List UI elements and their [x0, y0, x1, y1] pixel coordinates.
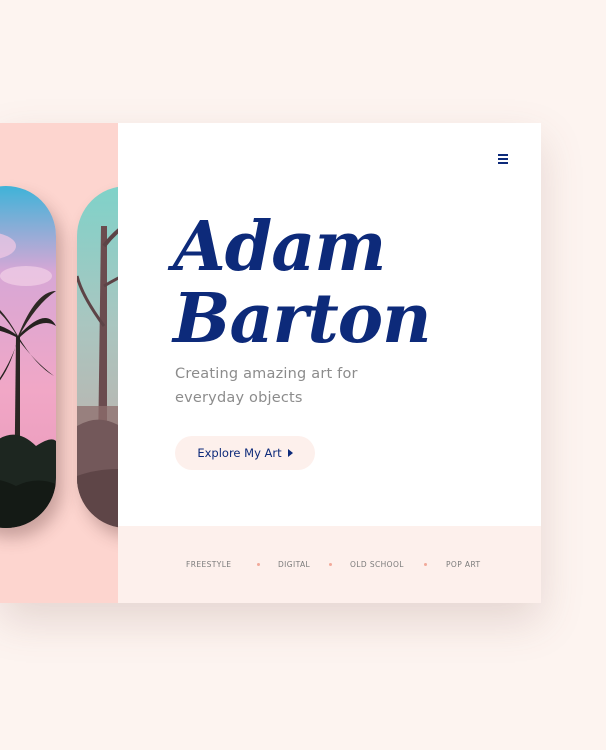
- separator-dot: [257, 563, 260, 566]
- explore-my-art-button[interactable]: Explore My Art: [175, 436, 315, 470]
- category-pop-art[interactable]: POP ART: [446, 560, 481, 569]
- hero-subtitle: Creating amazing art for everyday object…: [175, 366, 358, 406]
- separator-dot: [424, 563, 427, 566]
- artist-name-title: Adam Barton: [173, 207, 432, 359]
- explore-button-label: Explore My Art: [197, 446, 282, 460]
- category-old-school[interactable]: OLD SCHOOL: [350, 560, 404, 569]
- palm-tree-photo: [0, 186, 56, 528]
- bare-trees-photo: [77, 186, 118, 528]
- title-line-first: Adam: [173, 207, 386, 287]
- hero-panel: Adam Barton Creating amazing art for eve…: [118, 123, 541, 526]
- skateboard-showcase: [0, 123, 118, 603]
- menu-bar: [498, 162, 508, 164]
- separator-dot: [329, 563, 332, 566]
- category-freestyle[interactable]: FREESTYLE: [186, 560, 231, 569]
- hamburger-menu-icon[interactable]: [498, 152, 512, 166]
- menu-bar: [498, 154, 508, 156]
- play-triangle-icon: [287, 449, 293, 457]
- category-nav: FREESTYLE DIGITAL OLD SCHOOL POP ART: [118, 526, 541, 603]
- skateboard-deck-trees[interactable]: [77, 186, 118, 528]
- category-digital[interactable]: DIGITAL: [278, 560, 310, 569]
- menu-bar: [498, 158, 508, 160]
- title-line-last: Barton: [173, 279, 432, 359]
- skateboard-deck-palm[interactable]: [0, 186, 56, 528]
- category-footer: FREESTYLE DIGITAL OLD SCHOOL POP ART: [118, 526, 541, 603]
